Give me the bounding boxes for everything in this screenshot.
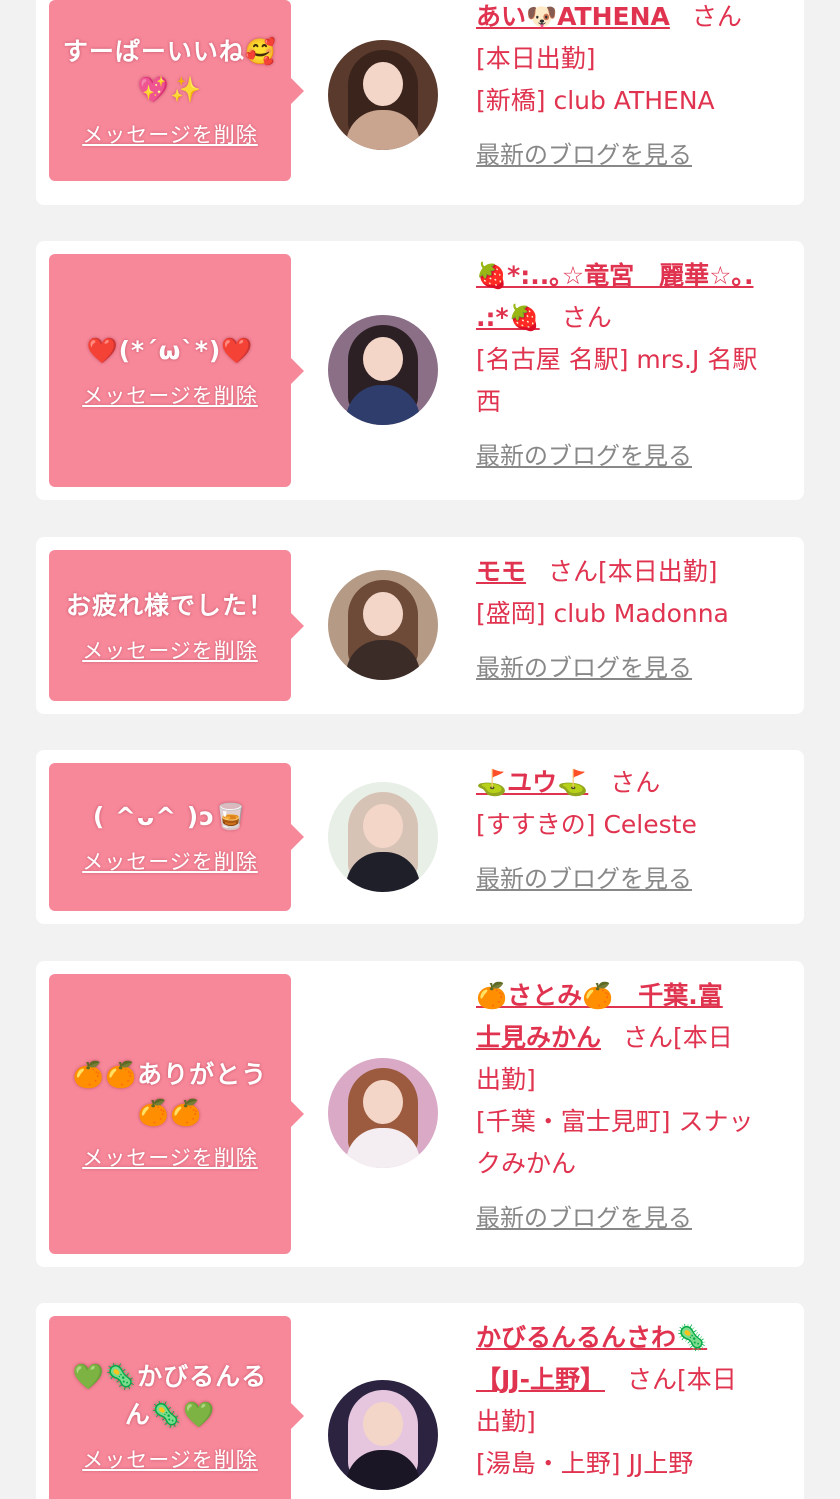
avatar[interactable] [328, 1058, 438, 1168]
latest-blog-link[interactable]: 最新のブログを見る [476, 435, 796, 477]
cast-info: 🍓*:..｡☆竜宮 麗華☆｡. .:*🍓 さん [名古屋 名駅] mrs.J 名駅… [476, 255, 796, 477]
delete-message-link[interactable]: メッセージを削除 [82, 1444, 258, 1474]
message-card: お疲れ様でした！ メッセージを削除 モモ さん[本日出勤] [盛岡] club M… [36, 537, 804, 714]
cast-name-link-line2[interactable]: .:*🍓 [476, 303, 540, 332]
san-label: さん [548, 557, 599, 586]
delete-message-link[interactable]: メッセージを削除 [82, 1142, 258, 1172]
cast-name-link-line2[interactable]: 士見みかん [476, 1023, 601, 1052]
san-label: さん [610, 768, 661, 797]
san-label: さん [626, 1365, 677, 1394]
message-bubble: お疲れ様でした！ メッセージを削除 [49, 550, 304, 701]
message-bubble: 🍊🍊ありがとう 🍊🍊 メッセージを削除 [49, 974, 304, 1254]
cast-info: 🍊さとみ🍊 千葉.富 士見みかん さん[本日 出勤] [千葉・富士見町] スナッ … [476, 975, 796, 1239]
latest-blog-link[interactable]: 最新のブログを見る [476, 858, 796, 900]
delete-message-link[interactable]: メッセージを削除 [82, 846, 258, 876]
delete-message-link[interactable]: メッセージを削除 [82, 635, 258, 665]
avatar[interactable] [328, 570, 438, 680]
avatar[interactable] [328, 782, 438, 892]
message-card: ❤️(*´ω`*)❤️ メッセージを削除 🍓*:..｡☆竜宮 麗華☆｡. .:*… [36, 241, 804, 500]
cast-name-link[interactable]: 🍊さとみ🍊 千葉.富 [476, 981, 723, 1010]
message-bubble: 💚🦠かびるんる ん🦠💚 メッセージを削除 [49, 1316, 304, 1499]
cast-name-link[interactable]: 🍓*:..｡☆竜宮 麗華☆｡. [476, 261, 754, 290]
cast-info: ⛳ユウ⛳ さん [すすきの] Celeste 最新のブログを見る [476, 762, 796, 900]
shop-text: [すすきの] Celeste [476, 810, 697, 839]
shop-text: [新橋] club ATHENA [476, 86, 715, 115]
message-text: すーぱーいいね🥰 💖✨ [62, 36, 278, 104]
shop-text: [名古屋 名駅] mrs.J 名駅 [476, 345, 758, 374]
avatar[interactable] [328, 1380, 438, 1490]
latest-blog-link[interactable]: 最新のブログを見る [476, 134, 796, 176]
cast-info: あい🐶ATHENA さん [本日出勤] [新橋] club ATHENA 最新のブ… [476, 0, 796, 176]
shop-text: [盛岡] club Madonna [476, 599, 729, 628]
message-text: お疲れ様でした！ [65, 590, 274, 620]
cast-name-link[interactable]: ⛳ユウ⛳ [476, 768, 588, 797]
delete-message-link[interactable]: メッセージを削除 [82, 380, 258, 410]
latest-blog-link[interactable]: 最新のブログを見る [476, 1197, 796, 1239]
san-label: さん [691, 2, 742, 31]
status-text: [本日 [677, 1365, 737, 1394]
cast-name-link-line2[interactable]: 【JJ-上野】 [476, 1365, 605, 1394]
message-text: ( ^ᴗ^ )ɔ🥃 [92, 802, 248, 831]
message-card: 🍊🍊ありがとう 🍊🍊 メッセージを削除 🍊さとみ🍊 千葉.富 士見みかん さん[本… [36, 961, 804, 1267]
status-text: [本日 [673, 1023, 733, 1052]
cast-name-link[interactable]: かびるんるんさわ🦠 [476, 1323, 707, 1352]
avatar[interactable] [328, 315, 438, 425]
message-card: すーぱーいいね🥰 💖✨ メッセージを削除 あい🐶ATHENA さん [本日出勤] … [36, 0, 804, 205]
message-text: 🍊🍊ありがとう 🍊🍊 [72, 1060, 268, 1127]
delete-message-link[interactable]: メッセージを削除 [82, 119, 258, 149]
status-text: [本日出勤] [598, 557, 718, 586]
status-text-line2: 出勤] [476, 1065, 536, 1094]
avatar[interactable] [328, 40, 438, 150]
cast-info: かびるんるんさわ🦠 【JJ-上野】 さん[本日 出勤] [湯島・上野] JJ上野 [476, 1317, 796, 1485]
message-card: ( ^ᴗ^ )ɔ🥃 メッセージを削除 ⛳ユウ⛳ さん [すすきの] Celeste… [36, 750, 804, 924]
cast-name-link[interactable]: モモ [476, 557, 526, 586]
message-bubble: ❤️(*´ω`*)❤️ メッセージを削除 [49, 254, 304, 487]
san-label: さん [623, 1023, 674, 1052]
cast-info: モモ さん[本日出勤] [盛岡] club Madonna 最新のブログを見る [476, 551, 796, 689]
status-text: [本日出勤] [476, 44, 596, 73]
shop-text-line2: 西 [476, 387, 502, 416]
shop-text: [湯島・上野] JJ上野 [476, 1449, 694, 1478]
cast-name-link[interactable]: あい🐶ATHENA [476, 2, 670, 31]
message-text: 💚🦠かびるんる ん🦠💚 [72, 1362, 268, 1429]
message-bubble: ( ^ᴗ^ )ɔ🥃 メッセージを削除 [49, 763, 304, 911]
shop-text-line2: クみかん [476, 1149, 577, 1178]
latest-blog-link[interactable]: 最新のブログを見る [476, 647, 796, 689]
message-text: ❤️(*´ω`*)❤️ [86, 335, 254, 365]
san-label: さん [561, 303, 612, 332]
message-bubble: すーぱーいいね🥰 💖✨ メッセージを削除 [49, 0, 304, 181]
status-text-line2: 出勤] [476, 1407, 536, 1436]
message-card: 💚🦠かびるんる ん🦠💚 メッセージを削除 かびるんるんさわ🦠 【JJ-上野】 さん… [36, 1303, 804, 1499]
shop-text: [千葉・富士見町] スナッ [476, 1107, 754, 1136]
